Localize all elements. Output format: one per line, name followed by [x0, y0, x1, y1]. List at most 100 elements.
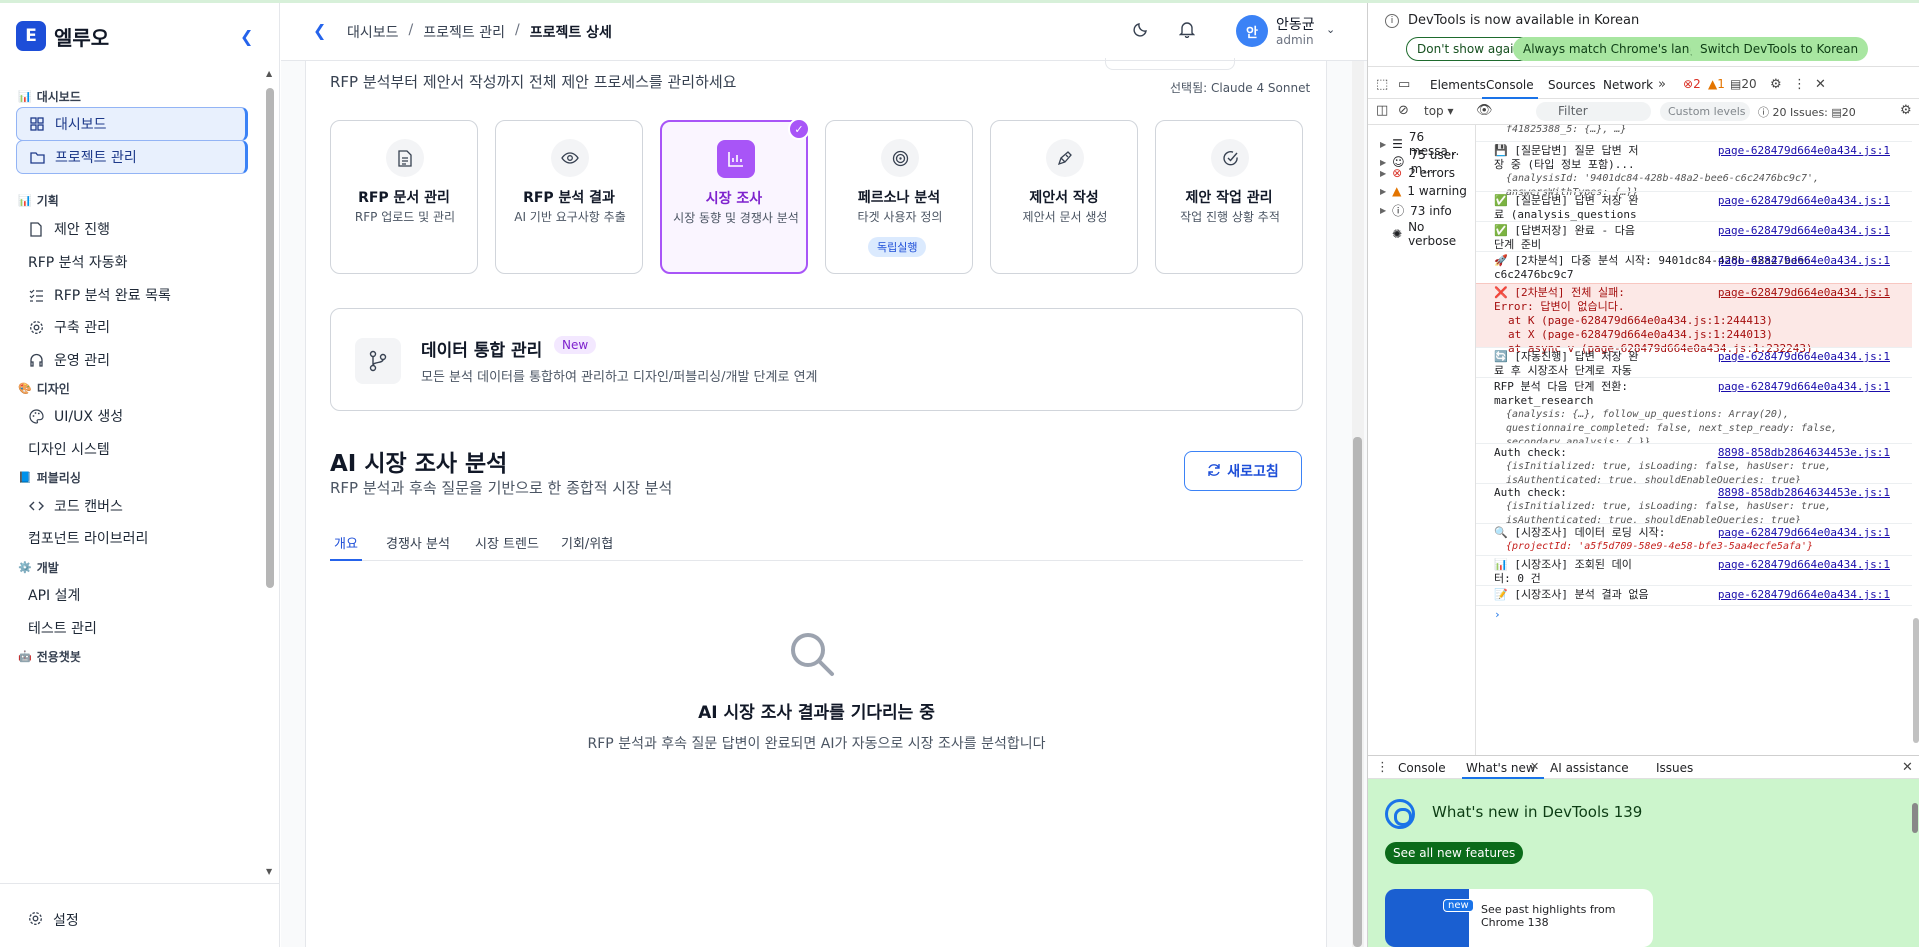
card-proposal-writing[interactable]: 제안서 작성 제안서 문서 생성 — [990, 120, 1138, 274]
sidebar-item-design-system[interactable]: 디자인 시스템 — [16, 432, 248, 466]
device-toggle-icon[interactable]: ▭ — [1398, 77, 1410, 92]
context-select[interactable]: top ▾ — [1424, 104, 1454, 118]
card-rfp-analysis[interactable]: RFP 분석 결과 AI 기반 요구사항 추출 — [495, 120, 643, 274]
console-settings-icon[interactable]: ⚙ — [1900, 103, 1912, 118]
log-object[interactable]: {analysis: {…}, follow_up_questions: Arr… — [1494, 408, 1894, 444]
log-source-link[interactable]: page-628479d664e0a434.js:1 — [1718, 350, 1890, 364]
log-source-link[interactable]: page-628479d664e0a434.js:1 — [1718, 380, 1890, 394]
log-source-link[interactable]: 8898-858db2864634453e.js:1 — [1718, 486, 1890, 500]
card-rfp-documents[interactable]: RFP 문서 관리 RFP 업로드 및 관리 — [330, 120, 478, 274]
chevron-down-icon[interactable]: ⌄ — [1326, 23, 1335, 36]
settings-gear-icon[interactable]: ⚙ — [1770, 77, 1782, 92]
sidebar-item-settings[interactable]: 설정 — [16, 903, 79, 937]
console-message[interactable]: 🔄 [자동진행] 답변 저장 완료 후 시장조사 단계로 자동 전환... pa… — [1476, 347, 1912, 377]
clear-console-icon[interactable]: ⊘ — [1398, 103, 1409, 118]
tab-network[interactable]: Network — [1603, 78, 1653, 92]
card-task-management[interactable]: 제안 작업 관리 작업 진행 상황 추적 — [1155, 120, 1303, 274]
switch-korean-button[interactable]: Switch DevTools to Korean — [1690, 37, 1869, 61]
see-all-features-button[interactable]: See all new features — [1385, 842, 1524, 864]
model-select-button[interactable] — [1105, 58, 1235, 70]
drawer-tab-ai-assistance[interactable]: AI assistance — [1550, 761, 1629, 775]
sidebar-item-rfp-automation[interactable]: RFP 분석 자동화 — [16, 245, 248, 279]
sidebar-item-uiux[interactable]: UI/UX 생성 — [16, 399, 248, 433]
close-tab-icon[interactable]: ✕ — [1530, 760, 1539, 773]
sidebar-item-build[interactable]: 구축 관리 — [16, 310, 248, 344]
main-scrollbar-thumb[interactable] — [1353, 437, 1362, 947]
drawer-tab-console[interactable]: Console — [1398, 761, 1446, 775]
moon-icon[interactable] — [1133, 21, 1149, 41]
sidebar-item-operations[interactable]: 운영 관리 — [16, 343, 248, 377]
console-message[interactable]: Auth check: {isInitialized: true, isLoad… — [1476, 443, 1912, 484]
tab-sources[interactable]: Sources — [1548, 78, 1595, 92]
tab-competitors[interactable]: 경쟁사 분석 — [386, 533, 450, 552]
more-tabs-icon[interactable]: » — [1658, 77, 1666, 92]
warning-count-badge[interactable]: ▲1 — [1708, 77, 1725, 91]
sidebar-toggle-icon[interactable]: ◫ — [1376, 103, 1388, 118]
error-count-badge[interactable]: ⊗2 — [1683, 77, 1701, 91]
sidebar-scroll-down-icon[interactable]: ▼ — [266, 867, 272, 876]
user-name[interactable]: 안동균 — [1276, 14, 1315, 34]
live-expression-eye-icon[interactable]: 👁 — [1476, 103, 1493, 118]
log-source-link[interactable]: page-628479d664e0a434.js:1 — [1718, 224, 1890, 238]
close-drawer-icon[interactable]: ✕ — [1902, 760, 1913, 775]
tab-trends[interactable]: 시장 트렌드 — [475, 533, 539, 552]
log-source-link[interactable]: page-628479d664e0a434.js:1 — [1718, 194, 1890, 208]
log-object[interactable]: {isInitialized: true, isLoading: false, … — [1494, 460, 1894, 484]
console-scrollbar-thumb[interactable] — [1913, 618, 1919, 743]
log-source-link[interactable]: 8898-858db2864634453e.js:1 — [1718, 446, 1890, 460]
log-source-link[interactable]: page-628479d664e0a434.js:1 — [1718, 144, 1890, 158]
inspect-icon[interactable]: ⬚ — [1376, 77, 1388, 92]
console-message[interactable]: 📊 [시장조사] 조회된 데이터: 0 건 page-628479d664e0a… — [1476, 555, 1912, 585]
filter-verbose[interactable]: ✺ No verbose — [1392, 220, 1475, 248]
card-market-research[interactable]: 시장 조사 시장 동향 및 경쟁사 분석 — [660, 120, 808, 274]
sidebar-item-code-canvas[interactable]: 코드 캔버스 — [16, 489, 248, 523]
refresh-button[interactable]: 새로고침 — [1184, 451, 1302, 491]
console-message[interactable]: 💾 [질문답변] 질문 답변 저장 중 (타입 정보 포함)... {analy… — [1476, 141, 1912, 196]
log-object[interactable]: {isInitialized: true, isLoading: false, … — [1494, 500, 1894, 524]
drawer-menu-icon[interactable]: ⋮ — [1376, 760, 1389, 775]
breadcrumb-item[interactable]: 프로젝트 관리 — [423, 22, 505, 42]
more-options-icon[interactable]: ⋮ — [1793, 77, 1806, 92]
console-message[interactable]: 📝 [시장조사] 분석 결과 없음 page-628479d664e0a434.… — [1476, 585, 1912, 605]
log-object[interactable]: {projectId: 'a5f5d709-58e9-4e58-bfe3-5aa… — [1494, 540, 1908, 554]
data-integration-card[interactable]: 데이터 통합 관리 New 모든 분석 데이터를 통합하여 관리하고 디자인/퍼… — [330, 308, 1303, 411]
drawer-tab-whats-new[interactable]: What's new — [1466, 761, 1536, 775]
highlight-card[interactable]: new See past highlights from Chrome 138 — [1385, 889, 1653, 947]
breadcrumb-item[interactable]: 대시보드 — [347, 22, 399, 42]
drawer-scrollbar-thumb[interactable] — [1912, 803, 1918, 833]
sidebar-scroll-up-icon[interactable]: ▲ — [266, 69, 272, 78]
filter-warnings[interactable]: ▶ ▲ 1 warning — [1380, 184, 1467, 198]
sidebar-item-api[interactable]: API 설계 — [16, 578, 248, 612]
console-message[interactable]: ✅ [답변저장] 완료 - 다음 단계 준비 page-628479d664e0… — [1476, 221, 1912, 251]
back-icon[interactable]: ❮ — [313, 21, 326, 40]
tab-overview[interactable]: 개요 — [334, 533, 358, 552]
sidebar-item-dashboard[interactable]: 대시보드 — [16, 107, 248, 141]
log-source-link[interactable]: page-628479d664e0a434.js:1 — [1718, 526, 1890, 540]
sidebar-item-component-library[interactable]: 컴포넌트 라이브러리 — [16, 521, 248, 555]
collapse-sidebar-icon[interactable]: ❮ — [240, 27, 253, 46]
filter-errors[interactable]: ▶ ⊗ 2 errors — [1380, 166, 1455, 180]
log-source-link[interactable]: page-628479d664e0a434.js:1 — [1718, 588, 1890, 602]
avatar[interactable]: 안 — [1236, 15, 1268, 47]
card-persona[interactable]: 페르소나 분석 타겟 사용자 정의 독립실행 — [825, 120, 973, 274]
tab-opportunities[interactable]: 기회/위협 — [561, 533, 613, 552]
filter-input[interactable]: Filter — [1536, 102, 1651, 121]
error-stack-line[interactable]: at X (page-628479d664e0a434.js:1:244013) — [1494, 328, 1908, 342]
filter-info[interactable]: ▶ ⓘ 73 info — [1380, 202, 1452, 219]
console-message[interactable]: 🚀 [2차분석] 다중 분석 시작: 9401dc84-428b-48a2-be… — [1476, 251, 1912, 283]
console-message[interactable]: ✅ [질문답변] 답변 저장 완료 (analysis_questions + … — [1476, 191, 1912, 221]
brand[interactable]: E 엘루오 — [16, 19, 109, 53]
sidebar-item-test[interactable]: 테스트 관리 — [16, 611, 248, 645]
error-stack-line[interactable]: at K (page-628479d664e0a434.js:1:244413) — [1494, 314, 1908, 328]
sidebar-item-rfp-completed[interactable]: RFP 분석 완료 목록 — [16, 278, 248, 312]
console-message[interactable]: Auth check: {isInitialized: true, isLoad… — [1476, 483, 1912, 524]
sidebar-item-proposal[interactable]: 제안 진행 — [16, 212, 248, 246]
close-devtools-icon[interactable]: ✕ — [1815, 77, 1826, 92]
console-message[interactable]: 🔍 [시장조사] 데이터 로딩 시작: {projectId: 'a5f5d70… — [1476, 523, 1912, 555]
tab-elements[interactable]: Elements — [1430, 78, 1486, 92]
log-source-link[interactable]: page-628479d664e0a434.js:1 — [1718, 254, 1890, 268]
console-message[interactable]: f41825388_5: {…}, …} — [1476, 125, 1912, 141]
sidebar-item-projects[interactable]: 프로젝트 관리 — [16, 140, 248, 174]
tab-console[interactable]: Console — [1486, 78, 1534, 92]
console-prompt[interactable]: › — [1476, 605, 1912, 625]
